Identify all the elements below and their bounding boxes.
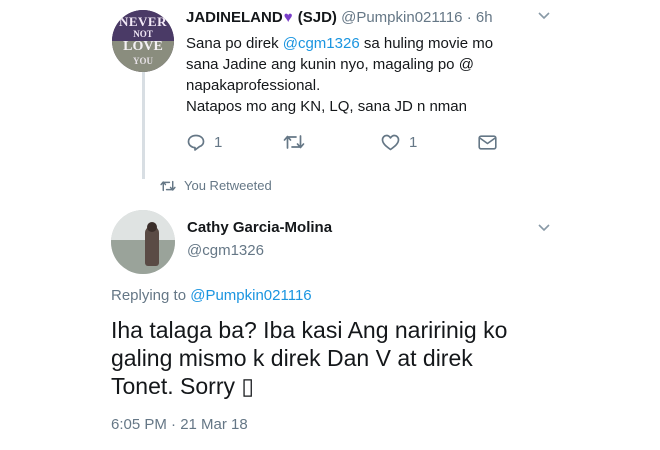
avatar-text-never: NEVER xyxy=(118,14,167,29)
tweet1-line3: napakaprofessional. xyxy=(186,77,321,94)
avatar-jadineland[interactable]: NEVER NOT LOVE YOU xyxy=(112,10,174,72)
tweet1-line1-pre: Sana po direk xyxy=(186,35,283,52)
replying-to-line: Replying to @Pumpkin021116 xyxy=(111,287,312,304)
tweet1-header: JADINELAND♥ (SJD) @Pumpkin021116 · 6h xyxy=(186,9,493,26)
avatar-photo-head xyxy=(147,222,157,232)
avatar-cathy-garcia-molina[interactable] xyxy=(111,210,175,274)
tweet1-line4: Natapos mo ang KN, LQ, sana JD n nman xyxy=(186,98,467,115)
tweet1-line2: sana Jadine ang kunin nyo, magaling po @ xyxy=(186,56,474,73)
direct-message-icon xyxy=(478,134,497,150)
tweet1-line1: Sana po direk @cgm1326 sa huling movie m… xyxy=(186,33,546,54)
retweet-context-label: You Retweeted xyxy=(184,178,272,193)
like-count: 1 xyxy=(409,133,418,151)
retweet-context: You Retweeted xyxy=(160,178,272,193)
reply-icon xyxy=(187,134,205,151)
tweet1-handle[interactable]: @Pumpkin021116 xyxy=(341,9,462,26)
avatar-photo-sky xyxy=(111,210,175,240)
tweet2-text-line2: galing mismo k direk Dan V at direk xyxy=(111,345,473,371)
tweet2-timestamp[interactable]: 6:05 PM · 21 Mar 18 xyxy=(111,416,248,433)
avatar-photo-ground xyxy=(111,240,175,274)
direct-message-button[interactable] xyxy=(478,133,497,151)
retweet-icon xyxy=(160,180,176,191)
retweet-icon xyxy=(283,135,305,149)
tweet1-name-suffix[interactable]: (SJD) xyxy=(294,9,337,26)
tweet1-line1-post: sa huling movie mo xyxy=(359,35,494,52)
tweet1-separator: · xyxy=(462,9,476,26)
thread-connector-line xyxy=(142,72,145,179)
mention-link[interactable]: @cgm1326 xyxy=(283,35,360,52)
replying-to-handle[interactable]: @Pumpkin021116 xyxy=(190,287,311,304)
tweet2-text: Iha talaga ba? Iba kasi Ang naririnig ko… xyxy=(111,316,551,400)
chevron-down-icon[interactable] xyxy=(538,12,550,20)
reply-button[interactable]: 1 xyxy=(187,133,222,151)
avatar-text-love: LOVE xyxy=(123,39,163,54)
avatar-text-you: YOU xyxy=(133,56,153,66)
tweet1-display-name[interactable]: JADINELAND xyxy=(186,9,283,26)
avatar-text-not: NOT xyxy=(133,29,153,39)
reply-count: 1 xyxy=(214,133,223,151)
replying-to-prefix: Replying to xyxy=(111,287,191,304)
like-icon xyxy=(381,134,400,150)
tweet2-text-line3: Tonet. Sorry ▯ xyxy=(111,373,255,399)
avatar-photo-person xyxy=(145,226,159,266)
tweet1-body: Sana po direk @cgm1326 sa huling movie m… xyxy=(186,33,546,117)
retweet-button[interactable] xyxy=(283,133,305,151)
chevron-down-icon[interactable] xyxy=(538,224,550,232)
tweet1-time[interactable]: 6h xyxy=(476,9,493,26)
purple-heart-icon: ♥ xyxy=(283,9,293,26)
like-button[interactable]: 1 xyxy=(381,133,417,151)
tweet2-handle[interactable]: @cgm1326 xyxy=(187,242,264,259)
tweet2-display-name[interactable]: Cathy Garcia-Molina xyxy=(187,219,332,236)
tweet2-text-line1: Iha talaga ba? Iba kasi Ang naririnig ko xyxy=(111,317,508,343)
